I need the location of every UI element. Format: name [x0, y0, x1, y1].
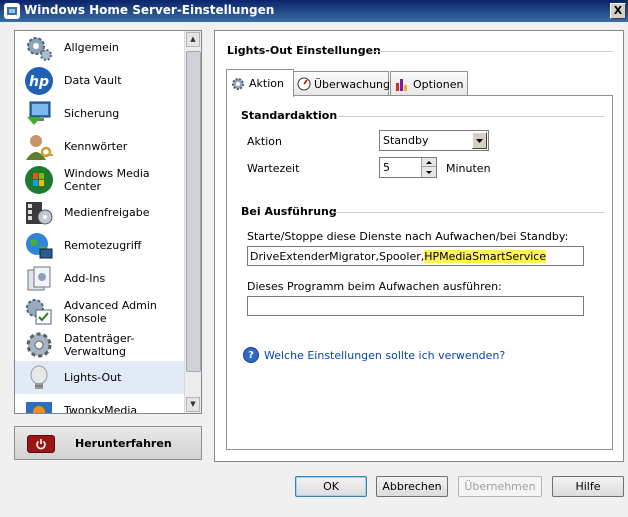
backup-monitor-icon — [24, 99, 54, 129]
tab-optionen[interactable]: Optionen — [390, 71, 468, 96]
media-share-icon — [24, 198, 54, 228]
svg-text:hp: hp — [29, 74, 49, 90]
tab-page-aktion: Standardaktion Aktion Standby Wartezeit … — [226, 95, 613, 450]
tab-label: Aktion — [249, 77, 284, 90]
shutdown-label: Herunterfahren — [75, 436, 172, 450]
sidebar-item-datentraeger[interactable]: Datenträger-Verwaltung — [15, 328, 186, 361]
lightbulb-icon — [24, 363, 54, 393]
wait-unit: Minuten — [446, 162, 491, 175]
sidebar-item-data-vault[interactable]: hp Data Vault — [15, 64, 186, 97]
globe-computer-icon — [24, 231, 54, 261]
sidebar-item-label: Datenträger-Verwaltung — [64, 331, 135, 358]
sidebar-item-lights-out[interactable]: Lights-Out — [15, 361, 186, 394]
program-field[interactable] — [247, 296, 584, 316]
power-icon — [27, 435, 55, 453]
services-text: DriveExtenderMigrator,Spooler, — [250, 250, 425, 263]
tab-aktion[interactable]: Aktion — [226, 69, 294, 97]
hp-logo-icon: hp — [24, 66, 54, 96]
sidebar-item-label: Kennwörter — [64, 140, 128, 153]
title-bar: Windows Home Server-Einstellungen X — [0, 0, 628, 22]
cancel-button[interactable]: Abbrechen — [376, 476, 448, 497]
wait-value: 5 — [383, 161, 390, 174]
sidebar-item-label: Remotezugriff — [64, 239, 142, 252]
window-title: Windows Home Server-Einstellungen — [24, 3, 275, 17]
scroll-down-button[interactable]: ▼ — [186, 397, 200, 412]
sidebar-item-label: Data Vault — [64, 74, 122, 87]
user-key-icon — [24, 132, 54, 162]
stepper-down-icon[interactable] — [421, 167, 436, 177]
scroll-thumb[interactable] — [186, 51, 201, 372]
sidebar-item-admin-konsole[interactable]: Advanced Admin Konsole — [15, 295, 186, 328]
wait-label: Wartezeit — [247, 162, 300, 175]
sidebar-item-kennwoerter[interactable]: Kennwörter — [15, 130, 186, 163]
chevron-down-icon[interactable] — [472, 132, 487, 149]
sidebar-item-remotezugriff[interactable]: Remotezugriff — [15, 229, 186, 262]
group-title-execution: Bei Ausführung — [241, 205, 337, 218]
program-label: Dieses Programm beim Aufwachen ausführen… — [247, 280, 502, 293]
action-label: Aktion — [247, 135, 282, 148]
sidebar-item-allgemein[interactable]: Allgemein — [15, 31, 186, 64]
close-button[interactable]: X — [610, 3, 626, 19]
stepper-up-icon[interactable] — [421, 158, 436, 167]
twonky-icon — [24, 396, 54, 413]
services-highlight: HPMediaSmartService — [424, 250, 547, 263]
wait-stepper[interactable]: 5 — [379, 157, 437, 178]
ok-button[interactable]: OK — [295, 476, 367, 497]
media-center-icon — [24, 165, 54, 195]
sidebar-item-medienfreigabe[interactable]: Medienfreigabe — [15, 196, 186, 229]
sidebar-item-label: Allgemein — [64, 41, 119, 54]
tab-label: Überwachung — [314, 77, 391, 91]
help-link-text[interactable]: Welche Einstellungen sollte ich verwende… — [264, 349, 505, 362]
services-label: Starte/Stoppe diese Dienste nach Aufwach… — [247, 230, 569, 243]
app-icon — [4, 3, 20, 19]
gear-icon — [230, 76, 246, 92]
group-title-standard: Standardaktion — [241, 109, 338, 122]
sidebar-item-sicherung[interactable]: Sicherung — [15, 97, 186, 130]
action-select[interactable]: Standby — [379, 130, 489, 151]
main-panel: Lights-Out Einstellungen Aktion Überwach… — [214, 30, 624, 462]
admin-console-icon — [24, 297, 54, 327]
sidebar-scrollbar[interactable]: ▲ ▼ — [184, 31, 201, 413]
page-title: Lights-Out Einstellungen — [227, 44, 381, 57]
sidebar-item-add-ins[interactable]: Add-Ins — [15, 262, 186, 295]
title-divider — [371, 51, 613, 52]
bar-chart-icon — [394, 76, 410, 92]
sidebar-item-twonkymedia[interactable]: TwonkyMedia — [15, 394, 186, 414]
help-icon: ? — [243, 347, 259, 363]
group-divider — [339, 116, 604, 117]
sidebar-item-media-center[interactable]: Windows Media Center — [15, 163, 186, 196]
sidebar-item-label: Add-Ins — [64, 272, 106, 285]
sidebar-item-label: Sicherung — [64, 107, 120, 120]
tab-label: Optionen — [413, 77, 464, 91]
add-ins-icon — [24, 264, 54, 294]
sidebar-item-label: TwonkyMedia — [64, 404, 138, 414]
sidebar-item-label: Advanced Admin Konsole — [64, 298, 157, 325]
apply-button[interactable]: Übernehmen — [458, 476, 542, 497]
group-divider — [333, 212, 604, 213]
services-field[interactable]: DriveExtenderMigrator,Spooler,HPMediaSma… — [247, 246, 584, 266]
help-button[interactable]: Hilfe — [552, 476, 624, 497]
gears-icon — [24, 33, 54, 63]
sidebar-item-label: Windows Media Center — [64, 166, 150, 193]
sidebar-item-label: Medienfreigabe — [64, 206, 150, 219]
tab-ueberwachung[interactable]: Überwachung — [293, 71, 391, 96]
disk-gear-icon — [24, 330, 54, 360]
sidebar-item-label: Lights-Out — [64, 371, 122, 384]
help-link[interactable]: ? Welche Einstellungen sollte ich verwen… — [243, 347, 505, 363]
action-value: Standby — [383, 134, 429, 147]
shutdown-button[interactable]: Herunterfahren — [14, 426, 202, 460]
scroll-up-button[interactable]: ▲ — [186, 32, 200, 47]
settings-sidebar: Allgemein hp Data Vault Sicherung Kennwö… — [14, 30, 202, 414]
gauge-icon — [297, 76, 311, 92]
